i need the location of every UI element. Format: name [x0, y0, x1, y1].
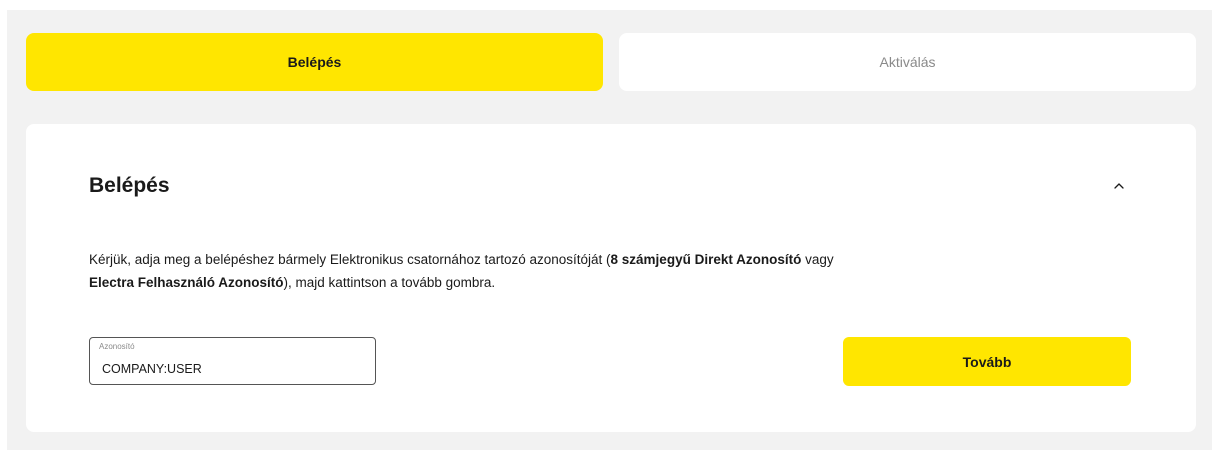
login-card: Belépés Kérjük, adja meg a belépéshez bá… [26, 124, 1196, 432]
identifier-field[interactable]: Azonosító [89, 337, 376, 385]
instructions-text: Kérjük, adja meg a belépéshez bármely El… [89, 248, 1049, 294]
instructions-bold-2: Electra Felhasználó Azonosító [89, 275, 284, 290]
instructions-part-1: Kérjük, adja meg a belépéshez bármely El… [89, 252, 611, 267]
tab-login-label: Belépés [287, 54, 342, 70]
tab-login[interactable]: Belépés [26, 33, 603, 91]
page-background: Belépés Aktiválás Belépés Kérjük, adja m… [7, 10, 1212, 450]
chevron-up-icon[interactable] [1109, 176, 1129, 196]
card-title: Belépés [89, 174, 170, 197]
tab-bar: Belépés Aktiválás [26, 33, 1196, 91]
identifier-input[interactable] [102, 360, 362, 378]
next-button[interactable]: Tovább [843, 337, 1131, 386]
tab-activation[interactable]: Aktiválás [619, 33, 1196, 91]
identifier-label: Azonosító [99, 342, 135, 351]
instructions-bold-1: 8 számjegyű Direkt Azonosító [610, 252, 802, 267]
instructions-part-3: ), majd kattintson a tovább gombra. [283, 275, 496, 290]
instructions-part-2: vagy [801, 252, 834, 267]
tab-activation-label: Aktiválás [879, 54, 936, 70]
